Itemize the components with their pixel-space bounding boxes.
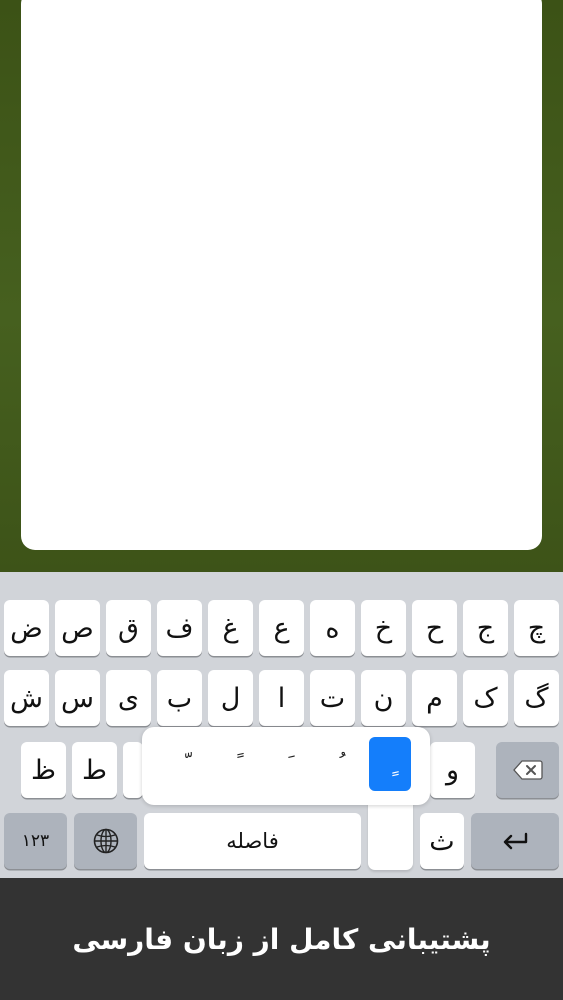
return-icon xyxy=(501,831,529,851)
key-ghaf[interactable]: ق xyxy=(106,600,151,656)
key-lam[interactable]: ل xyxy=(208,670,253,726)
popup-option-fathatan[interactable]: ً xyxy=(214,737,256,791)
diacritic-popup: ٍ ُ َ ً ّ xyxy=(142,727,430,805)
key-te[interactable]: ت xyxy=(310,670,355,726)
key-shin[interactable]: ش xyxy=(4,670,49,726)
key-mim[interactable]: م xyxy=(412,670,457,726)
key-za[interactable]: ظ xyxy=(21,742,66,798)
globe-icon xyxy=(93,828,119,854)
numbers-key[interactable]: ۱۲۳ xyxy=(4,813,67,869)
globe-key[interactable] xyxy=(74,813,137,869)
popup-option-kasratan[interactable]: ٍ xyxy=(369,737,411,791)
key-gheyn[interactable]: غ xyxy=(208,600,253,656)
delete-icon xyxy=(512,760,543,780)
caption-bar: پشتیبانی کامل از زبان فارسی xyxy=(0,878,563,1000)
key-hidden[interactable] xyxy=(123,742,143,798)
key-be[interactable]: ب xyxy=(157,670,202,726)
text-area[interactable] xyxy=(21,0,542,550)
key-nun[interactable]: ن xyxy=(361,670,406,726)
key-eyn[interactable]: ع xyxy=(259,600,304,656)
return-key[interactable] xyxy=(471,813,559,869)
space-key[interactable]: فاصله xyxy=(144,813,361,869)
caption-text: پشتیبانی کامل از زبان فارسی xyxy=(72,922,491,956)
key-ye[interactable]: ی xyxy=(106,670,151,726)
key-se[interactable]: ث xyxy=(420,813,464,869)
key-zad[interactable]: ض xyxy=(4,600,49,656)
popup-option-fatha[interactable]: َ xyxy=(265,737,307,791)
key-kaf[interactable]: ک xyxy=(463,670,508,726)
key-jim[interactable]: ج xyxy=(463,600,508,656)
key-khe[interactable]: خ xyxy=(361,600,406,656)
key-he[interactable]: ه xyxy=(310,600,355,656)
key-che[interactable]: چ xyxy=(514,600,559,656)
key-sin[interactable]: س xyxy=(55,670,100,726)
key-sad[interactable]: ص xyxy=(55,600,100,656)
key-fe[interactable]: ف xyxy=(157,600,202,656)
key-alef[interactable]: ا xyxy=(259,670,304,726)
popup-option-shadda[interactable]: ّ xyxy=(162,737,204,791)
delete-key[interactable] xyxy=(496,742,559,798)
key-gaf[interactable]: گ xyxy=(514,670,559,726)
key-vav[interactable]: و xyxy=(430,742,475,798)
key-ta[interactable]: ط xyxy=(72,742,117,798)
popup-option-damma[interactable]: ُ xyxy=(316,737,358,791)
key-he-jimi[interactable]: ح xyxy=(412,600,457,656)
